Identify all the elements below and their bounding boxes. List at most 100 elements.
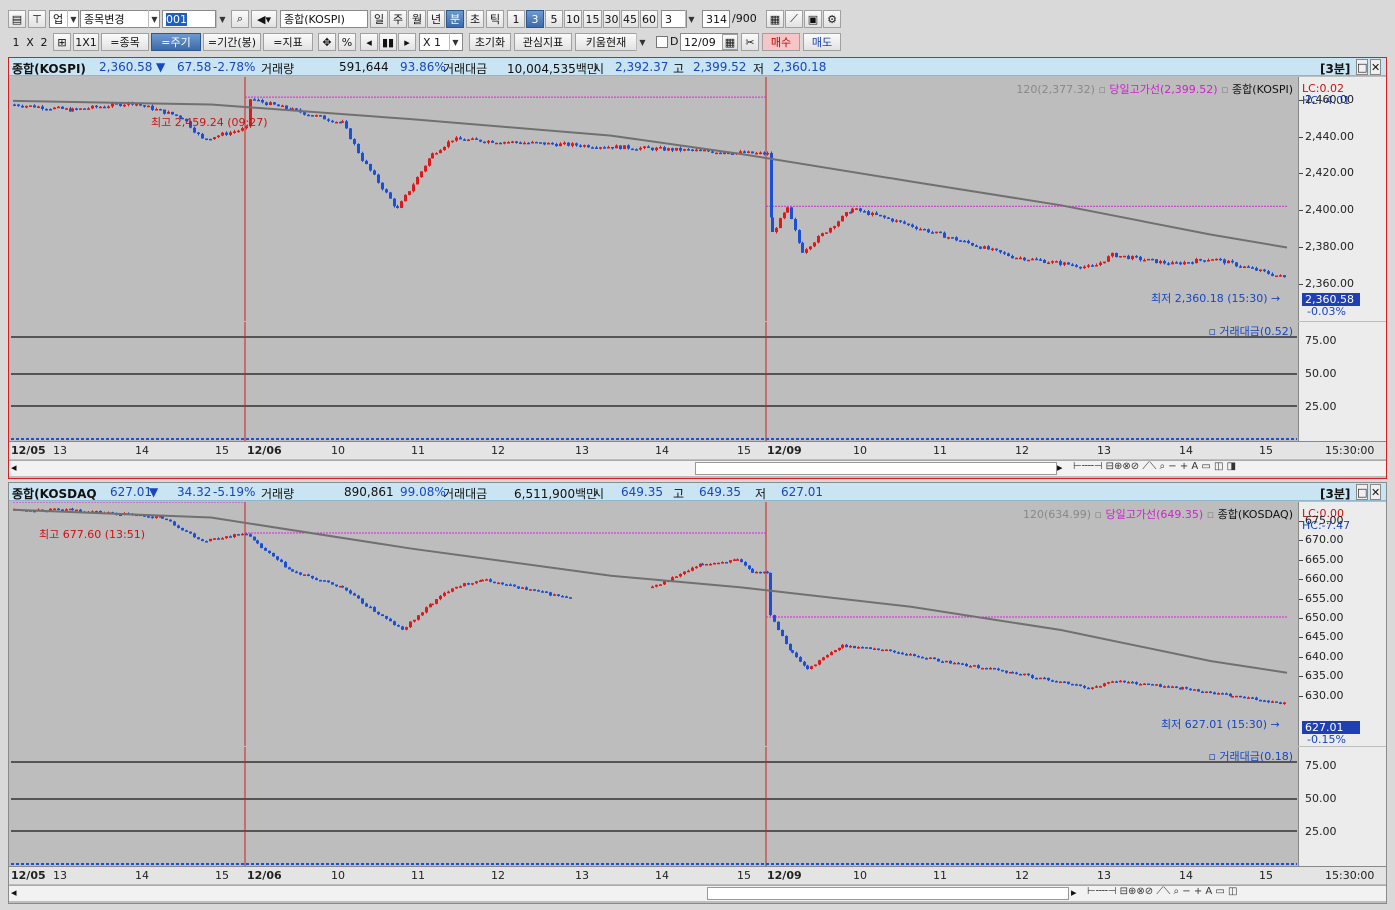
trend-icon[interactable]: ⟋ bbox=[785, 10, 803, 28]
zoom-tools-icon[interactable]: ⊢╌╌⊣ ⊟⊕⊗⊘ ⟋⟍ ⌕ − + A ▭ ◫ bbox=[1087, 886, 1238, 897]
volume-label: 거래량 bbox=[261, 487, 295, 501]
maximize-icon[interactable]: □ bbox=[1356, 59, 1369, 75]
chart-settings-icon[interactable]: ▤ bbox=[8, 10, 26, 28]
amount-subplot[interactable]: ▫ 거래대금(0.18) bbox=[11, 747, 1297, 866]
chart-panel-kospi[interactable]: 종합(KOSPI) 2,360.58 ▼ 67.58 -2.78% 거래량 59… bbox=[8, 57, 1387, 479]
layout-1-button[interactable]: 1 bbox=[10, 33, 22, 51]
chart-panel-kosdaq[interactable]: 종합(KOSDAQ 627.01 ▼ 34.32 -5.19% 거래량 890,… bbox=[8, 482, 1387, 904]
stock-button[interactable]: =종목 bbox=[101, 33, 149, 51]
next-icon[interactable]: ▸ bbox=[398, 33, 416, 51]
candle-body bbox=[431, 603, 434, 606]
amount-subplot[interactable]: ▫ 거래대금(0.52) bbox=[11, 322, 1297, 441]
pause-icon[interactable]: ▮▮ bbox=[379, 33, 397, 51]
kiwoom-current-button[interactable]: 키움현재 bbox=[575, 33, 637, 51]
pin-icon[interactable]: ⊤ bbox=[28, 10, 46, 28]
chevron-down-icon[interactable]: ▼ bbox=[685, 10, 697, 28]
period-2-button[interactable]: 월 bbox=[408, 10, 426, 28]
period-0-button[interactable]: 일 bbox=[370, 10, 388, 28]
calendar-icon[interactable]: ▦ bbox=[722, 34, 738, 50]
speaker-icon[interactable]: ◀▾ bbox=[251, 10, 277, 28]
scroll-right-icon[interactable]: ▸ bbox=[1071, 886, 1077, 899]
candle-body bbox=[565, 596, 568, 598]
period-3-button[interactable]: 년 bbox=[427, 10, 445, 28]
count-input[interactable]: 314 bbox=[702, 10, 730, 28]
date-checkbox[interactable] bbox=[656, 36, 668, 48]
candle-body bbox=[925, 658, 928, 660]
period-1-button[interactable]: 주 bbox=[389, 10, 407, 28]
chevron-down-icon[interactable]: ▼ bbox=[216, 10, 228, 28]
scroll-thumb[interactable] bbox=[695, 462, 1057, 475]
candle-body bbox=[913, 654, 916, 657]
candle-body bbox=[272, 552, 275, 557]
y-tick-label: 660.00 bbox=[1305, 572, 1344, 586]
search-icon[interactable]: ⌕ bbox=[231, 10, 249, 28]
candle-body bbox=[810, 666, 813, 669]
candle-body bbox=[790, 207, 793, 220]
candle-body bbox=[611, 147, 614, 149]
candle-body bbox=[1279, 275, 1282, 277]
series-legend: 종합(KOSDAQ) bbox=[1217, 508, 1293, 521]
layout-2-button[interactable]: 2 bbox=[38, 33, 50, 51]
interval-input[interactable]: 3 bbox=[661, 10, 687, 28]
range-button[interactable]: =기간(봉) bbox=[203, 33, 261, 51]
candle-body bbox=[265, 102, 268, 105]
scroll-left-icon[interactable]: ◂ bbox=[11, 886, 17, 899]
candle-body bbox=[1193, 689, 1196, 691]
candle-body bbox=[237, 130, 240, 133]
percent-button[interactable]: % bbox=[338, 33, 356, 51]
scroll-left-icon[interactable]: ◂ bbox=[11, 461, 17, 474]
candle-body bbox=[57, 106, 60, 109]
move-icon[interactable]: ✥ bbox=[318, 33, 336, 51]
period-4-button[interactable]: 분 bbox=[446, 10, 464, 28]
interval-15-button[interactable]: 15 bbox=[583, 10, 602, 28]
interval-60-button[interactable]: 60 bbox=[640, 10, 658, 28]
save-icon[interactable]: ▣ bbox=[804, 10, 822, 28]
price-plot[interactable]: 120(2,377.32) ▫ 당일고가선(2,399.52) ▫ 종합(KOS… bbox=[11, 72, 1297, 321]
zoom-tools-icon[interactable]: ⊢╌╌⊣ ⊟⊕⊗⊘ ⟋⟍ ⌕ − + A ▭ ◫ ◨ bbox=[1073, 461, 1236, 472]
scroll-right-icon[interactable]: ▸ bbox=[1057, 461, 1063, 474]
one-by-one-button[interactable]: 1X1 bbox=[73, 33, 99, 51]
candle-body bbox=[655, 584, 658, 587]
code-input[interactable]: 001 bbox=[162, 10, 216, 28]
interval-10-button[interactable]: 10 bbox=[564, 10, 582, 28]
reset-button[interactable]: 초기화 bbox=[469, 33, 511, 51]
close-icon[interactable]: ✕ bbox=[1370, 484, 1382, 500]
grid-icon[interactable]: ⊞ bbox=[53, 33, 71, 51]
period-6-button[interactable]: 틱 bbox=[486, 10, 504, 28]
tool-icon[interactable]: ✂ bbox=[741, 33, 759, 51]
maximize-icon[interactable]: □ bbox=[1356, 484, 1369, 500]
prev-icon[interactable]: ◂ bbox=[360, 33, 378, 51]
x-tick-label: 15 bbox=[737, 869, 751, 882]
indicator-button[interactable]: =지표 bbox=[263, 33, 313, 51]
interest-indicator-button[interactable]: 관심지표 bbox=[514, 33, 572, 51]
close-icon[interactable]: ✕ bbox=[1370, 59, 1382, 75]
chevron-down-icon[interactable]: ▼ bbox=[67, 10, 79, 28]
scrollbar[interactable]: ◂ ▸ ⊢╌╌⊣ ⊟⊕⊗⊘ ⟋⟍ ⌕ − + A ▭ ◫ bbox=[9, 885, 1386, 901]
candle-body bbox=[471, 138, 474, 140]
candle-body bbox=[1163, 261, 1166, 264]
interval-5-button[interactable]: 5 bbox=[545, 10, 563, 28]
period-5-button[interactable]: 초 bbox=[466, 10, 484, 28]
interval-1-button[interactable]: 1 bbox=[507, 10, 525, 28]
candle-body bbox=[1147, 683, 1150, 685]
chevron-down-icon[interactable]: ▼ bbox=[449, 33, 461, 51]
candle-body bbox=[583, 145, 586, 147]
scroll-thumb[interactable] bbox=[707, 887, 1069, 900]
candle-body bbox=[1087, 687, 1090, 690]
candle-body bbox=[412, 184, 415, 192]
gear-icon[interactable]: ⚙ bbox=[823, 10, 841, 28]
candle-body bbox=[951, 237, 954, 239]
interval-3-button[interactable]: 3 bbox=[526, 10, 544, 28]
chevron-down-icon[interactable]: ▼ bbox=[148, 10, 160, 28]
candle-body bbox=[955, 237, 958, 241]
sell-button[interactable]: 매도 bbox=[803, 33, 841, 51]
period-button[interactable]: =주기 bbox=[151, 33, 201, 51]
price-plot[interactable]: 120(634.99) ▫ 당일고가선(649.35) ▫ 종합(KOSDAQ)… bbox=[11, 501, 1297, 746]
interval-30-button[interactable]: 30 bbox=[603, 10, 620, 28]
candle-body bbox=[311, 575, 314, 579]
interval-45-button[interactable]: 45 bbox=[621, 10, 639, 28]
chevron-down-icon[interactable]: ▼ bbox=[636, 33, 648, 51]
scrollbar[interactable]: ◂ ▸ ⊢╌╌⊣ ⊟⊕⊗⊘ ⟋⟍ ⌕ − + A ▭ ◫ ◨ bbox=[9, 460, 1386, 476]
compare-icon[interactable]: ▦ bbox=[766, 10, 784, 28]
buy-button[interactable]: 매수 bbox=[762, 33, 800, 51]
